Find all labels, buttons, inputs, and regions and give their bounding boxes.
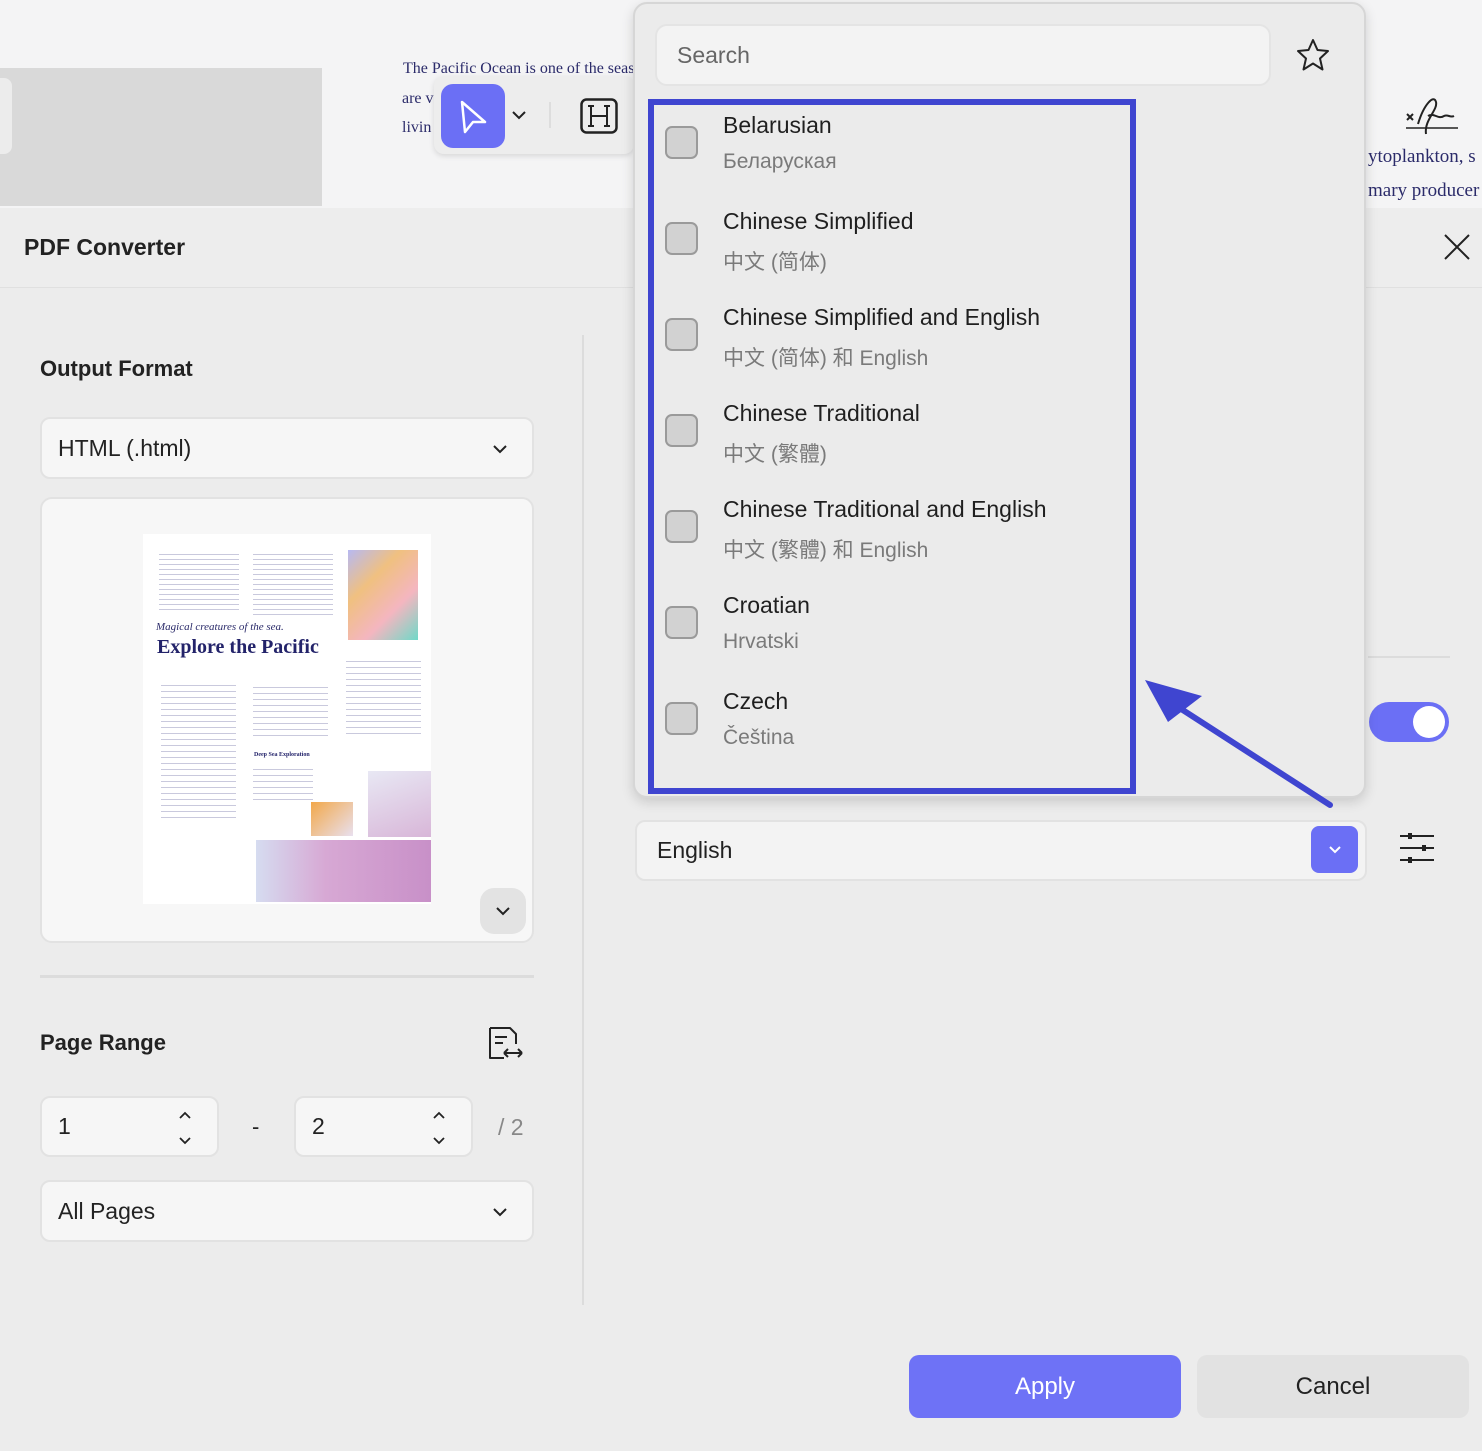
preview-subtitle: Magical creatures of the sea.: [156, 621, 284, 633]
expand-preview-button[interactable]: [480, 888, 526, 934]
output-format-select[interactable]: HTML (.html): [40, 417, 534, 479]
divider: [582, 335, 584, 1305]
chevron-down-icon[interactable]: [510, 108, 528, 122]
stepper-icon[interactable]: [431, 1110, 447, 1146]
ocr-toggle[interactable]: [1369, 702, 1449, 742]
select-tool-button[interactable]: [441, 84, 505, 148]
stepper-icon[interactable]: [177, 1110, 193, 1146]
cancel-button[interactable]: Cancel: [1197, 1355, 1469, 1418]
range-separator: -: [252, 1114, 260, 1139]
search-placeholder: Search: [677, 41, 750, 68]
page-from-input[interactable]: 1: [40, 1096, 219, 1157]
preview-section: Deep Sea Exploration: [254, 752, 310, 758]
apply-button[interactable]: Apply: [909, 1355, 1181, 1418]
page-from-value: 1: [58, 1113, 71, 1139]
annotation-arrow-icon: [1145, 680, 1333, 808]
output-format-label: Output Format: [40, 356, 193, 381]
ocr-language-select[interactable]: English: [635, 820, 1367, 881]
close-icon[interactable]: [1442, 232, 1472, 262]
doc-text-line: ytoplankton, s: [1368, 146, 1476, 167]
chevron-down-icon: [493, 1208, 507, 1217]
page-thumbnail-area: [0, 68, 322, 206]
divider: [1368, 656, 1450, 658]
page-range-swap-icon[interactable]: [486, 1024, 524, 1062]
settings-sliders-icon[interactable]: [1400, 830, 1434, 866]
toolbar-divider: [549, 102, 551, 128]
page-total: / 2: [498, 1114, 524, 1140]
chevron-down-icon: [496, 907, 510, 916]
chevron-down-icon: [493, 445, 507, 454]
page-mode-value: All Pages: [58, 1197, 156, 1224]
sidebar-tab[interactable]: [0, 78, 12, 154]
signature-icon[interactable]: [1404, 94, 1460, 136]
output-format-value: HTML (.html): [58, 434, 192, 461]
doc-text-line: mary producer: [1368, 180, 1480, 201]
chevron-down-icon: [1328, 845, 1341, 853]
preview-title: Explore the Pacific: [157, 636, 319, 658]
page-mode-select[interactable]: All Pages: [40, 1180, 534, 1242]
divider: [40, 975, 534, 978]
page-to-value: 2: [312, 1113, 325, 1139]
page-to-input[interactable]: 2: [294, 1096, 473, 1157]
panel-title: PDF Converter: [24, 234, 186, 260]
ocr-language-value: English: [657, 837, 733, 863]
star-icon[interactable]: [1296, 38, 1330, 72]
cursor-icon: [460, 100, 487, 134]
heading-icon[interactable]: [580, 98, 618, 134]
page-range-label: Page Range: [40, 1030, 166, 1055]
preview-thumbnail: Magical creatures of the sea. Explore th…: [143, 534, 431, 904]
highlight-box: [648, 99, 1136, 794]
language-search-input[interactable]: Search: [655, 24, 1271, 86]
language-dropdown-button[interactable]: [1311, 826, 1358, 873]
